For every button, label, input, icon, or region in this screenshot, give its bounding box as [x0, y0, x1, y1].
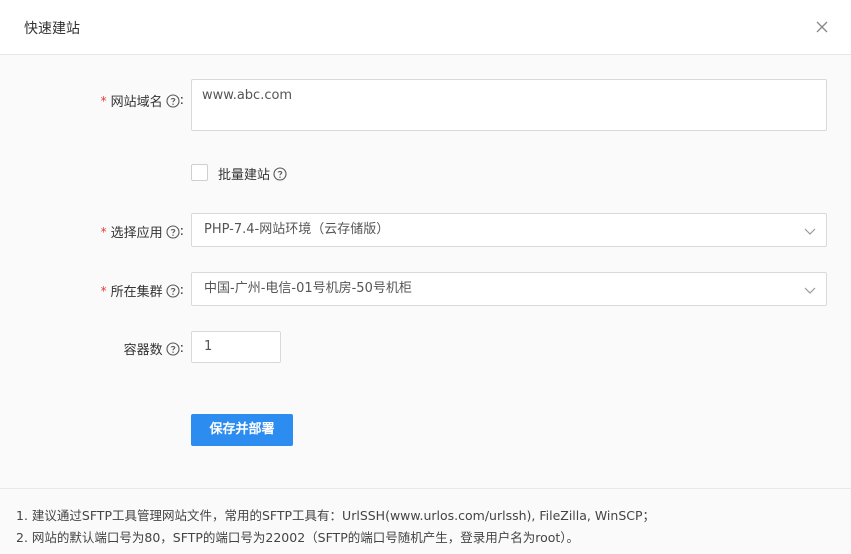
batch-checkbox[interactable] — [191, 164, 208, 181]
note-item: 2. 网站的默认端口号为80，SFTP的端口号为22002（SFTP的端口号随机… — [16, 530, 580, 545]
help-icon[interactable] — [166, 224, 180, 239]
cluster-label-text: 所在集群 — [110, 285, 163, 300]
help-icon[interactable] — [166, 341, 180, 356]
required-mark: * — [100, 224, 107, 239]
quick-build-dialog: 快速建站 * 网站域名 : 批量建站 * 选择应用 — [0, 0, 851, 554]
cluster-select[interactable]: 中国-广州-电信-01号机房-50号机柜 — [191, 272, 827, 306]
chevron-down-icon — [804, 284, 816, 296]
required-mark: * — [100, 93, 107, 108]
help-icon[interactable] — [273, 166, 287, 181]
cluster-select-value: 中国-广州-电信-01号机房-50号机柜 — [204, 281, 412, 296]
app-select-value: PHP-7.4-网站环境（云存储版） — [204, 222, 390, 237]
containers-row: 容器数 : 1 — [0, 331, 851, 363]
cluster-row: * 所在集群 : 中国-广州-电信-01号机房-50号机柜 — [0, 272, 851, 306]
domain-textarea[interactable] — [191, 79, 827, 131]
domain-label-text: 网站域名 — [110, 95, 163, 110]
colon: : — [179, 341, 184, 356]
required-mark: * — [100, 283, 107, 298]
app-select[interactable]: PHP-7.4-网站环境（云存储版） — [191, 213, 827, 247]
dialog-header: 快速建站 — [0, 0, 851, 55]
domain-label: * 网站域名 : — [101, 91, 184, 110]
cluster-label: * 所在集群 : — [101, 281, 184, 300]
app-label: * 选择应用 : — [101, 222, 184, 241]
dialog-title: 快速建站 — [24, 21, 80, 37]
containers-label: 容器数 : — [124, 339, 184, 358]
containers-label-text: 容器数 — [123, 343, 163, 358]
colon: : — [179, 93, 184, 108]
note-item: 1. 建议通过SFTP工具管理网站文件，常用的SFTP工具有：UrlSSH(ww… — [16, 508, 656, 523]
colon: : — [179, 283, 184, 298]
notes-footer: 1. 建议通过SFTP工具管理网站文件，常用的SFTP工具有：UrlSSH(ww… — [0, 488, 851, 554]
app-label-text: 选择应用 — [110, 226, 163, 241]
close-icon[interactable] — [811, 16, 833, 38]
help-icon[interactable] — [166, 93, 180, 108]
help-icon[interactable] — [166, 283, 180, 298]
app-row: * 选择应用 : PHP-7.4-网站环境（云存储版） — [0, 213, 851, 247]
containers-input[interactable]: 1 — [191, 331, 281, 363]
chevron-down-icon — [804, 225, 816, 237]
colon: : — [179, 224, 184, 239]
domain-row: * 网站域名 : — [0, 79, 851, 131]
save-and-deploy-button[interactable]: 保存并部署 — [191, 414, 293, 446]
batch-label[interactable]: 批量建站 — [218, 164, 287, 183]
containers-value: 1 — [204, 339, 213, 354]
submit-row: 保存并部署 — [0, 414, 851, 446]
batch-row: 批量建站 — [0, 164, 851, 183]
batch-label-text: 批量建站 — [218, 168, 271, 183]
